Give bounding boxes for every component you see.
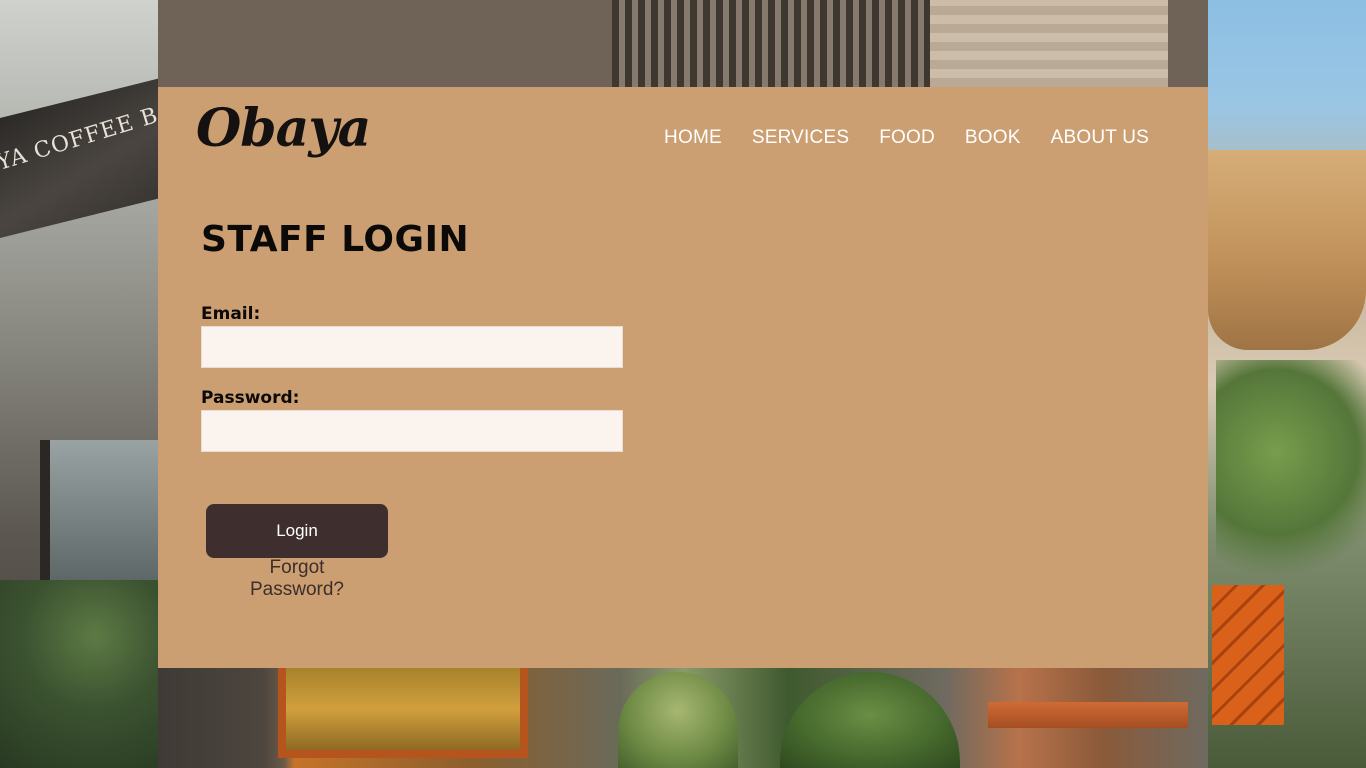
background-window-left xyxy=(40,440,158,590)
nav-home[interactable]: HOME xyxy=(664,127,722,149)
page-title: STAFF LOGIN xyxy=(201,219,470,260)
forgot-password-link[interactable]: Forgot Password? xyxy=(223,557,371,601)
background-window-bottom xyxy=(278,668,528,758)
background-stone-wall xyxy=(930,0,1168,87)
background-shrub-left xyxy=(0,580,158,768)
nav-services[interactable]: SERVICES xyxy=(752,127,849,149)
background-table xyxy=(988,702,1188,728)
background-trees xyxy=(1216,360,1366,590)
password-field[interactable] xyxy=(201,410,623,452)
brand-logo[interactable]: Obaya xyxy=(196,103,371,155)
main-nav: HOME SERVICES FOOD BOOK ABOUT US xyxy=(664,127,1149,149)
background-canopy xyxy=(1208,150,1366,350)
background-slats xyxy=(612,0,930,87)
password-label: Password: xyxy=(201,388,300,408)
nav-food[interactable]: FOOD xyxy=(879,127,935,149)
background-door xyxy=(1212,585,1284,725)
login-button[interactable]: Login xyxy=(206,504,388,558)
nav-about-us[interactable]: ABOUT US xyxy=(1051,127,1149,149)
nav-book[interactable]: BOOK xyxy=(965,127,1021,149)
login-card: Obaya HOME SERVICES FOOD BOOK ABOUT US S… xyxy=(158,87,1208,668)
email-field[interactable] xyxy=(201,326,623,368)
email-label: Email: xyxy=(201,304,261,324)
